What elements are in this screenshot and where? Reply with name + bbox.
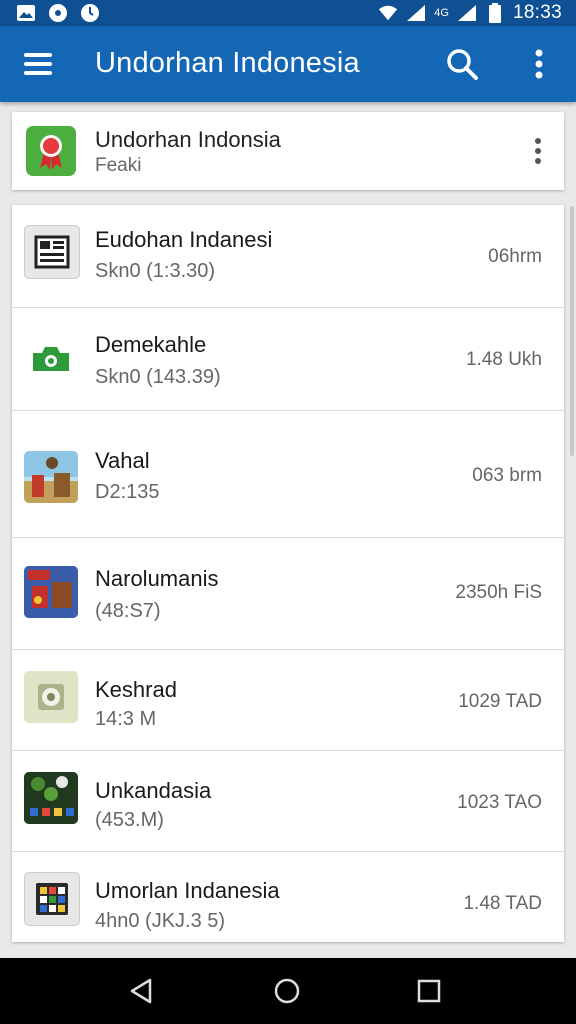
safe-icon (24, 671, 78, 723)
item-name: Demekahle (95, 332, 207, 357)
item-detail: (453.M) (95, 809, 164, 831)
circle-icon (48, 3, 68, 23)
recents-square-icon[interactable] (413, 975, 445, 1007)
camera-icon (24, 333, 78, 385)
status-time: 18:33 (512, 2, 562, 23)
item-detail: Skn0 (1:3.30) (95, 260, 216, 282)
app-bar: Undorhan Indonesia (0, 26, 576, 102)
signal-icon (406, 3, 426, 23)
game-scene-icon (24, 566, 78, 618)
app-list: Eudohan Indanesi Skn0 (1:3.30) 06hrm Dem… (12, 205, 564, 942)
network-type-label: 4G (434, 7, 449, 19)
grid-apps-icon (24, 872, 80, 926)
news-app-icon (24, 225, 80, 279)
scrollbar[interactable] (570, 206, 574, 456)
item-detail: D2:135 (95, 481, 160, 503)
status-bar: 4G 18:33 (0, 0, 576, 26)
more-vertical-icon[interactable] (528, 134, 548, 168)
item-name: Eudohan Indanesi (95, 227, 273, 252)
search-icon[interactable] (442, 46, 482, 82)
navigation-bar (0, 958, 576, 1024)
item-name: Keshrad (95, 677, 177, 702)
item-name: Umorlan Indanesia (95, 878, 280, 903)
item-detail: 4hn0 (JKJ.3 5) (95, 910, 226, 932)
list-item[interactable]: Eudohan Indanesi Skn0 (1:3.30) 06hrm (12, 205, 564, 308)
game-scene-icon (24, 451, 78, 503)
list-item[interactable]: Vahal D2:135 063 brm (12, 411, 564, 538)
item-detail: (48:S7) (95, 600, 161, 622)
back-triangle-icon[interactable] (126, 975, 158, 1007)
photo-icon (16, 3, 36, 23)
more-vertical-icon[interactable] (524, 46, 554, 82)
app-header-card[interactable]: Undorhan Indonsia Feaki (12, 112, 564, 190)
signal-icon (457, 3, 477, 23)
list-item[interactable]: Unkandasia (453.M) 1023 TAO (12, 751, 564, 852)
item-size: 1.48 TAD (463, 893, 542, 914)
battery-icon (485, 3, 505, 23)
hamburger-menu-icon[interactable] (20, 48, 56, 80)
item-size: 1.48 Ukh (465, 349, 542, 370)
item-size: 063 brm (472, 465, 542, 486)
item-detail: Skn0 (143.39) (95, 366, 221, 388)
item-name: Narolumanis (95, 566, 219, 591)
item-size: 1023 TAO (457, 792, 542, 813)
home-circle-icon[interactable] (271, 975, 303, 1007)
item-detail: 14:3 M (95, 708, 157, 730)
list-item[interactable]: Narolumanis (48:S7) 2350h FiS (12, 538, 564, 650)
timer-icon (80, 3, 100, 23)
item-size: 1029 TAD (458, 691, 542, 712)
item-name: Vahal (95, 448, 150, 473)
list-item[interactable]: Demekahle Skn0 (143.39) 1.48 Ukh (12, 308, 564, 411)
game-scene-icon (24, 772, 78, 824)
item-size: 06hrm (488, 246, 542, 267)
award-ribbon-icon (26, 126, 76, 176)
item-name: Unkandasia (95, 778, 212, 803)
item-size: 2350h FiS (455, 582, 542, 603)
wifi-icon (378, 3, 398, 23)
header-subtitle: Feaki (95, 155, 142, 176)
header-title: Undorhan Indonsia (95, 127, 281, 152)
list-item[interactable]: Umorlan Indanesia 4hn0 (JKJ.3 5) 1.48 TA… (12, 852, 564, 942)
app-title: Undorhan Indonesia (95, 47, 360, 79)
list-item[interactable]: Keshrad 14:3 M 1029 TAD (12, 650, 564, 751)
